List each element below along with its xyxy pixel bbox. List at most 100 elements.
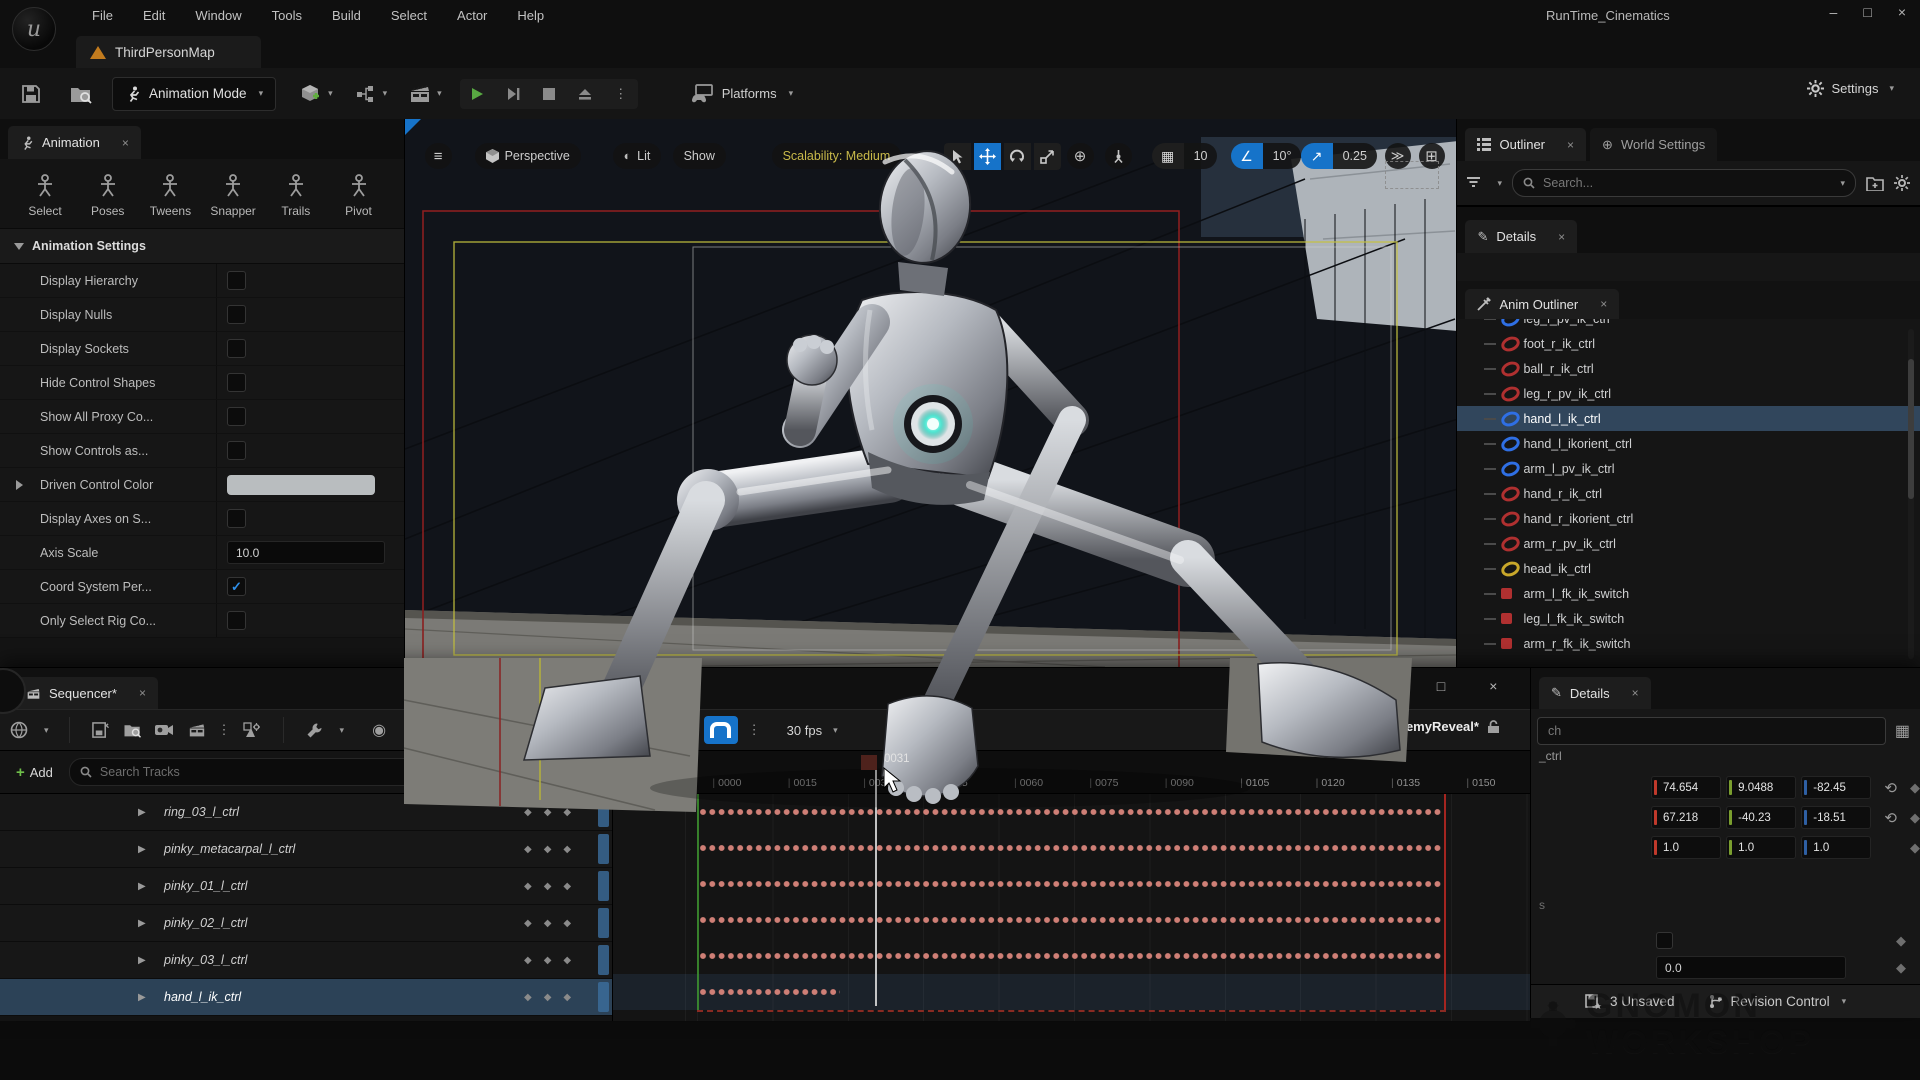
chevron-down-icon[interactable]: ▾ (437, 88, 442, 99)
animation-tool-button[interactable]: Snapper (204, 173, 262, 218)
z-field[interactable]: -82.45 (1801, 776, 1871, 799)
world-local-toggle[interactable]: ⊕ (1067, 143, 1094, 169)
keyframe-row[interactable] (613, 794, 1530, 830)
curve-pen-icon[interactable]: ✎ (635, 719, 657, 741)
close-icon[interactable]: × (1558, 230, 1565, 244)
fps-dropdown[interactable]: 30 fps ▾ (787, 723, 838, 738)
track-row[interactable]: ▶ pinky_03_l_ctrl ◆ ◆ ◆ (0, 942, 612, 979)
close-icon[interactable]: × (1600, 297, 1607, 311)
setting-checkbox[interactable] (227, 611, 246, 630)
scalability-button[interactable]: Scalability: Medium (772, 143, 902, 169)
setting-checkbox[interactable] (227, 271, 246, 290)
chevron-down-icon[interactable]: ▾ (383, 88, 388, 99)
camera-button[interactable] (154, 719, 176, 741)
y-field[interactable]: -40.23 (1726, 806, 1796, 829)
animation-tool-button[interactable]: Tweens (141, 173, 199, 218)
maximize-icon[interactable]: □ (1863, 4, 1871, 20)
keyframe-diamond-icon[interactable]: ◆ (1896, 960, 1906, 976)
close-icon[interactable]: × (1632, 686, 1639, 700)
eject-button[interactable] (568, 79, 602, 109)
control-list-item[interactable]: arm_l_pv_ik_ctrl (1457, 456, 1920, 481)
animation-settings-header[interactable]: Animation Settings (0, 228, 404, 264)
keyframe-row[interactable] (613, 830, 1530, 866)
animation-tool-button[interactable]: Trails (267, 173, 325, 218)
keyframe-row[interactable] (613, 902, 1530, 938)
x-field[interactable]: 67.218 (1651, 806, 1721, 829)
playback-options-button[interactable] (433, 719, 455, 741)
next-key-icon[interactable]: ◆ (563, 918, 571, 929)
rotate-tool-button[interactable] (1004, 143, 1031, 170)
tab-outliner[interactable]: Outliner × (1465, 128, 1586, 161)
animation-tool-button[interactable]: Poses (79, 173, 137, 218)
close-icon[interactable]: × (139, 686, 146, 700)
revision-control-button[interactable]: Revision Control ▾ (1709, 994, 1847, 1009)
next-key-icon[interactable]: ◆ (563, 844, 571, 855)
playhead-marker[interactable] (861, 755, 877, 770)
tab-world-settings[interactable]: ⊕ World Settings (1590, 128, 1717, 161)
keyframe-diamond-icon[interactable]: ◆ (1910, 810, 1920, 826)
control-list-item[interactable]: foot_r_ik_ctrl (1457, 331, 1920, 356)
setting-input[interactable]: 10.0 (227, 541, 385, 564)
prev-key-icon[interactable]: ◆ (524, 992, 532, 1003)
kebab-icon[interactable]: ⋮ (218, 722, 231, 738)
x-field[interactable]: 74.654 (1651, 776, 1721, 799)
track-row[interactable]: ▶ pinky_metacarpal_l_ctrl ◆ ◆ ◆ (0, 831, 612, 868)
keyframe-row[interactable] (613, 866, 1530, 902)
track-row[interactable]: ▶ hand_l_ik_ctrl ◆ ◆ ◆ (0, 979, 612, 1016)
prev-key-icon[interactable]: ◆ (524, 844, 532, 855)
play-button[interactable] (460, 79, 494, 109)
track-row[interactable]: ▶ ring_03_l_ctrl ◆ ◆ ◆ (0, 794, 612, 831)
expand-icon[interactable]: ▶ (138, 992, 146, 1003)
chevron-down-icon[interactable]: ▾ (469, 725, 474, 736)
setting-checkbox[interactable] (227, 509, 246, 528)
filter-icon[interactable] (1467, 177, 1483, 190)
reset-icon[interactable]: ⟲ (1884, 779, 1897, 797)
tab-details-bottom[interactable]: ✎ Details × (1539, 677, 1651, 709)
chevron-down-icon[interactable]: ▾ (340, 725, 345, 736)
chevron-down-icon[interactable]: ▾ (328, 88, 333, 99)
control-list-item[interactable]: hand_l_ikorient_ctrl (1457, 431, 1920, 456)
scrollbar-thumb[interactable] (1908, 359, 1914, 499)
skip-button[interactable] (496, 79, 530, 109)
control-list-item[interactable]: hand_l_ik_ctrl (1457, 406, 1920, 431)
settings-button[interactable]: Settings ▾ (1807, 80, 1894, 97)
gear-icon[interactable] (1894, 175, 1910, 191)
close-icon[interactable]: × (1898, 4, 1906, 20)
eye-icon[interactable]: ◉ (368, 719, 390, 741)
add-actor-button[interactable] (298, 81, 324, 107)
lit-dropdown[interactable]: ◐ Lit (613, 143, 662, 169)
save-button[interactable] (18, 81, 44, 107)
kebab-icon[interactable]: ⋮ (748, 722, 761, 738)
add-key-icon[interactable]: ◆ (544, 955, 552, 966)
menu-item[interactable]: Window (195, 8, 241, 23)
show-dropdown[interactable]: Show (673, 143, 726, 169)
scale-tool-button[interactable] (1034, 143, 1061, 170)
control-list-item[interactable]: arm_r_fk_ik_switch (1457, 631, 1920, 655)
move-tool-button[interactable] (974, 143, 1001, 170)
details-checkbox[interactable] (1656, 932, 1673, 949)
add-key-icon[interactable]: ◆ (544, 881, 552, 892)
expand-icon[interactable]: ▶ (138, 807, 146, 818)
color-swatch[interactable] (227, 475, 375, 495)
tab-details-top[interactable]: ✎ Details × (1465, 220, 1577, 253)
track-search-input[interactable]: Search Tracks (69, 758, 596, 786)
cinematics-button[interactable] (407, 81, 433, 107)
chevron-down-icon[interactable]: ▾ (44, 725, 49, 736)
timeline-ruler[interactable]: |-015|0000|0015|0030|0045|0060|0075|0090… (629, 751, 1530, 793)
menu-item[interactable]: Select (391, 8, 427, 23)
snap-toggle-button[interactable] (704, 716, 738, 744)
keyframe-row[interactable] (613, 938, 1530, 974)
y-field[interactable]: 1.0 (1726, 836, 1796, 859)
control-list-item[interactable]: ball_r_ik_ctrl (1457, 356, 1920, 381)
render-movie-button[interactable] (186, 719, 208, 741)
tab-thirdpersonmap[interactable]: ThirdPersonMap (76, 36, 261, 68)
add-track-button[interactable]: +Add (8, 760, 61, 785)
expand-icon[interactable]: ▶ (138, 918, 146, 929)
control-list-item[interactable]: hand_r_ikorient_ctrl (1457, 506, 1920, 531)
table-view-icon[interactable]: ▦ (1895, 721, 1910, 741)
tab-animation[interactable]: Animation × (8, 126, 141, 159)
minimize-icon[interactable]: – (1385, 678, 1393, 694)
stop-button[interactable] (532, 79, 566, 109)
menu-item[interactable]: Actor (457, 8, 487, 23)
animation-tool-button[interactable]: Pivot (330, 173, 388, 218)
